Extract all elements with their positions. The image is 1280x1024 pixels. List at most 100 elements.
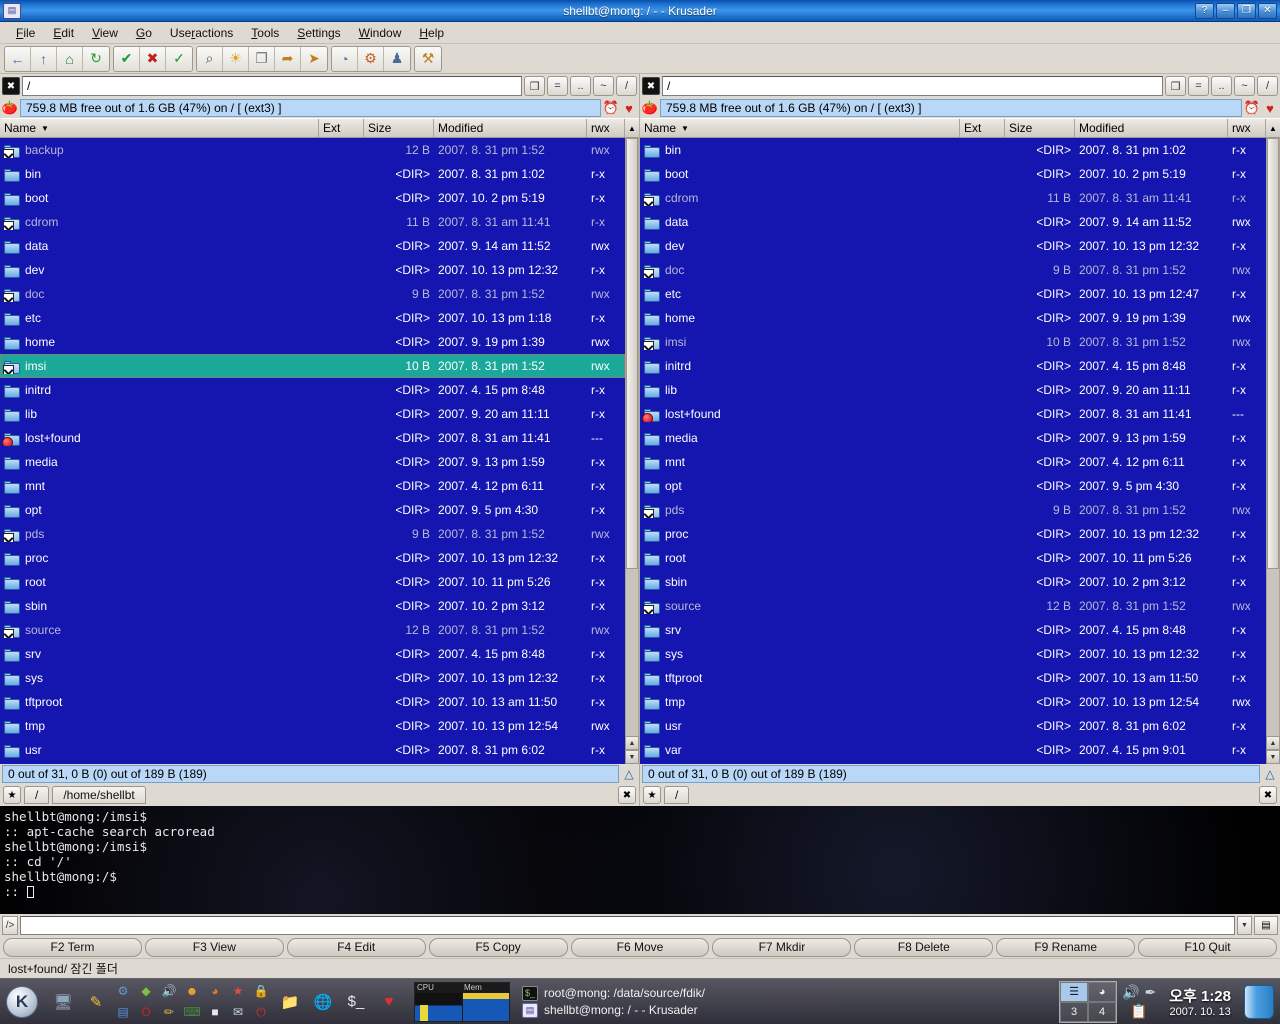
tray-package-icon[interactable]: ◆: [136, 981, 156, 1001]
left-column-rwx[interactable]: rwx: [587, 119, 625, 137]
history-clock-icon[interactable]: ⏰: [1244, 100, 1260, 116]
task-konsole[interactable]: $_ root@mong: /data/source/fdik/: [522, 985, 1059, 1001]
table-row[interactable]: etc <DIR> 2007. 10. 13 pm 1:18 r-x: [0, 306, 625, 330]
table-row[interactable]: source 12 B 2007. 8. 31 pm 1:52 rwx: [640, 594, 1266, 618]
table-row[interactable]: lib <DIR> 2007. 9. 20 am 11:11 r-x: [640, 378, 1266, 402]
menu-edit[interactable]: Edit: [45, 24, 82, 42]
table-row[interactable]: cdrom 11 B 2007. 8. 31 am 11:41 r-x: [640, 186, 1266, 210]
left-scroll-up-icon[interactable]: ▲: [625, 119, 639, 137]
tray-speaker-icon[interactable]: 🔊: [1122, 984, 1139, 1001]
menu-view[interactable]: View: [84, 24, 126, 42]
close-button[interactable]: ✕: [1258, 2, 1277, 19]
quicklaunch-heart-icon[interactable]: ♥: [374, 987, 404, 1017]
command-input[interactable]: [20, 915, 1235, 935]
table-row[interactable]: home <DIR> 2007. 9. 19 pm 1:39 rwx: [0, 330, 625, 354]
table-row[interactable]: tftproot <DIR> 2007. 10. 13 am 11:50 r-x: [0, 690, 625, 714]
table-row[interactable]: source 12 B 2007. 8. 31 pm 1:52 rwx: [0, 618, 625, 642]
left-home-dir-button[interactable]: ~: [593, 76, 614, 96]
right-scroll-up-button[interactable]: ▲: [1266, 736, 1280, 750]
menu-window[interactable]: Window: [351, 24, 410, 42]
quicklaunch-globe-icon[interactable]: 🌐: [308, 987, 338, 1017]
left-bookmark-root[interactable]: /: [24, 786, 50, 804]
trash-icon[interactable]: [1244, 984, 1274, 1019]
left-column-ext[interactable]: Ext: [319, 119, 364, 137]
media-icon[interactable]: 🍅: [2, 100, 18, 116]
tray-shutdown-icon[interactable]: ⏻: [251, 1002, 271, 1022]
tray-editor-icon[interactable]: ✏: [159, 1002, 179, 1022]
fkey-f10-quit[interactable]: F10 Quit: [1138, 937, 1278, 957]
tray-network-icon[interactable]: ▤: [113, 1002, 133, 1022]
menu-go[interactable]: Go: [128, 24, 160, 42]
new-text-file-icon[interactable]: ☀: [223, 46, 249, 71]
right-column-ext[interactable]: Ext: [960, 119, 1005, 137]
pack-icon[interactable]: ➦: [275, 46, 301, 71]
right-file-list[interactable]: bin <DIR> 2007. 8. 31 pm 1:02 r-x boot <DIR> 2…: [640, 138, 1266, 764]
fkey-f5-copy[interactable]: F5 Copy: [428, 937, 568, 957]
table-row[interactable]: imsi 10 B 2007. 8. 31 pm 1:52 rwx: [0, 354, 625, 378]
pager-desktop-4[interactable]: 4: [1088, 1001, 1117, 1022]
table-row[interactable]: usr <DIR> 2007. 8. 31 pm 6:02 r-x: [0, 738, 625, 762]
left-scroll-down-button[interactable]: ▼: [625, 750, 639, 764]
right-url-clear-icon[interactable]: ✖: [642, 77, 660, 95]
table-row[interactable]: media <DIR> 2007. 9. 13 pm 1:59 r-x: [640, 426, 1266, 450]
table-row[interactable]: initrd <DIR> 2007. 4. 15 pm 8:48 r-x: [640, 354, 1266, 378]
left-root-dir-button[interactable]: /: [616, 76, 637, 96]
left-column-name[interactable]: Name ▼: [0, 119, 319, 137]
right-column-name[interactable]: Name ▼: [640, 119, 960, 137]
menu-help[interactable]: Help: [411, 24, 452, 42]
right-sync-browse-icon[interactable]: △: [1262, 766, 1278, 782]
command-terminal-toggle-icon[interactable]: ▤: [1254, 915, 1278, 935]
left-vertical-scrollbar[interactable]: ▲ ▼: [625, 138, 639, 764]
help-button[interactable]: ?: [1195, 2, 1214, 19]
right-column-rwx[interactable]: rwx: [1228, 119, 1266, 137]
right-column-size[interactable]: Size: [1005, 119, 1075, 137]
left-bookmark-add-icon[interactable]: ★: [3, 786, 21, 804]
table-row[interactable]: data <DIR> 2007. 9. 14 am 11:52 rwx: [0, 234, 625, 258]
table-row[interactable]: root <DIR> 2007. 10. 11 pm 5:26 r-x: [0, 570, 625, 594]
table-row[interactable]: mnt <DIR> 2007. 4. 12 pm 6:11 r-x: [640, 450, 1266, 474]
tray-messenger-icon[interactable]: ☻: [182, 981, 202, 1001]
quicklaunch-show-desktop-icon[interactable]: 🖥: [48, 987, 78, 1017]
history-clock-icon[interactable]: ⏰: [603, 100, 619, 116]
left-url-input[interactable]: /: [22, 76, 522, 96]
table-row[interactable]: srv <DIR> 2007. 4. 15 pm 8:48 r-x: [0, 642, 625, 666]
table-row[interactable]: pds 9 B 2007. 8. 31 pm 1:52 rwx: [640, 498, 1266, 522]
right-url-input[interactable]: /: [662, 76, 1163, 96]
left-column-size[interactable]: Size: [364, 119, 434, 137]
compare-icon[interactable]: ❐: [249, 46, 275, 71]
pager-desktop-3[interactable]: 3: [1060, 1001, 1089, 1022]
reload-icon[interactable]: ↻: [83, 46, 109, 71]
right-equal-paths-button[interactable]: =: [1188, 76, 1209, 96]
table-row[interactable]: lost+found <DIR> 2007. 8. 31 am 11:41 ---: [0, 426, 625, 450]
unpack-icon[interactable]: ➤: [301, 46, 327, 71]
menu-settings[interactable]: Settings: [289, 24, 348, 42]
left-column-modified[interactable]: Modified: [434, 119, 587, 137]
invert-selection-icon[interactable]: ✓: [166, 46, 192, 71]
table-row[interactable]: usr <DIR> 2007. 8. 31 pm 6:02 r-x: [640, 714, 1266, 738]
table-row[interactable]: tmp <DIR> 2007. 10. 13 pm 12:54 rwx: [640, 690, 1266, 714]
unmark-all-icon[interactable]: ✖: [140, 46, 166, 71]
quicklaunch-konsole-icon[interactable]: $_: [341, 987, 371, 1017]
right-column-modified[interactable]: Modified: [1075, 119, 1228, 137]
table-row[interactable]: mnt <DIR> 2007. 4. 12 pm 6:11 r-x: [0, 474, 625, 498]
table-row[interactable]: var <DIR> 2007. 4. 15 pm 9:01 r-x: [640, 738, 1266, 762]
table-row[interactable]: dev <DIR> 2007. 10. 13 pm 12:32 r-x: [640, 234, 1266, 258]
table-row[interactable]: tftproot <DIR> 2007. 10. 13 am 11:50 r-x: [640, 666, 1266, 690]
left-equal-paths-button[interactable]: =: [547, 76, 568, 96]
bookmark-heart-icon[interactable]: ♥: [1262, 100, 1278, 116]
table-row[interactable]: etc <DIR> 2007. 10. 13 pm 12:47 r-x: [640, 282, 1266, 306]
table-row[interactable]: sys <DIR> 2007. 10. 13 pm 12:32 r-x: [640, 642, 1266, 666]
user-icon[interactable]: ♟: [384, 46, 410, 71]
pager-app-krusader[interactable]: ☰: [1060, 981, 1089, 1002]
right-root-dir-button[interactable]: /: [1257, 76, 1278, 96]
table-row[interactable]: dev <DIR> 2007. 10. 13 pm 12:32 r-x: [0, 258, 625, 282]
home-icon[interactable]: ⌂: [57, 46, 83, 71]
tray-firefox-icon[interactable]: ◕: [205, 981, 225, 1001]
fkey-f4-edit[interactable]: F4 Edit: [286, 937, 426, 957]
right-scroll-thumb[interactable]: [1267, 138, 1279, 569]
table-row[interactable]: root <DIR> 2007. 10. 11 pm 5:26 r-x: [640, 546, 1266, 570]
media-icon[interactable]: 🍅: [642, 100, 658, 116]
table-row[interactable]: boot <DIR> 2007. 10. 2 pm 5:19 r-x: [0, 186, 625, 210]
right-home-dir-button[interactable]: ~: [1234, 76, 1255, 96]
tray-envelope-icon[interactable]: ✉: [228, 1002, 248, 1022]
